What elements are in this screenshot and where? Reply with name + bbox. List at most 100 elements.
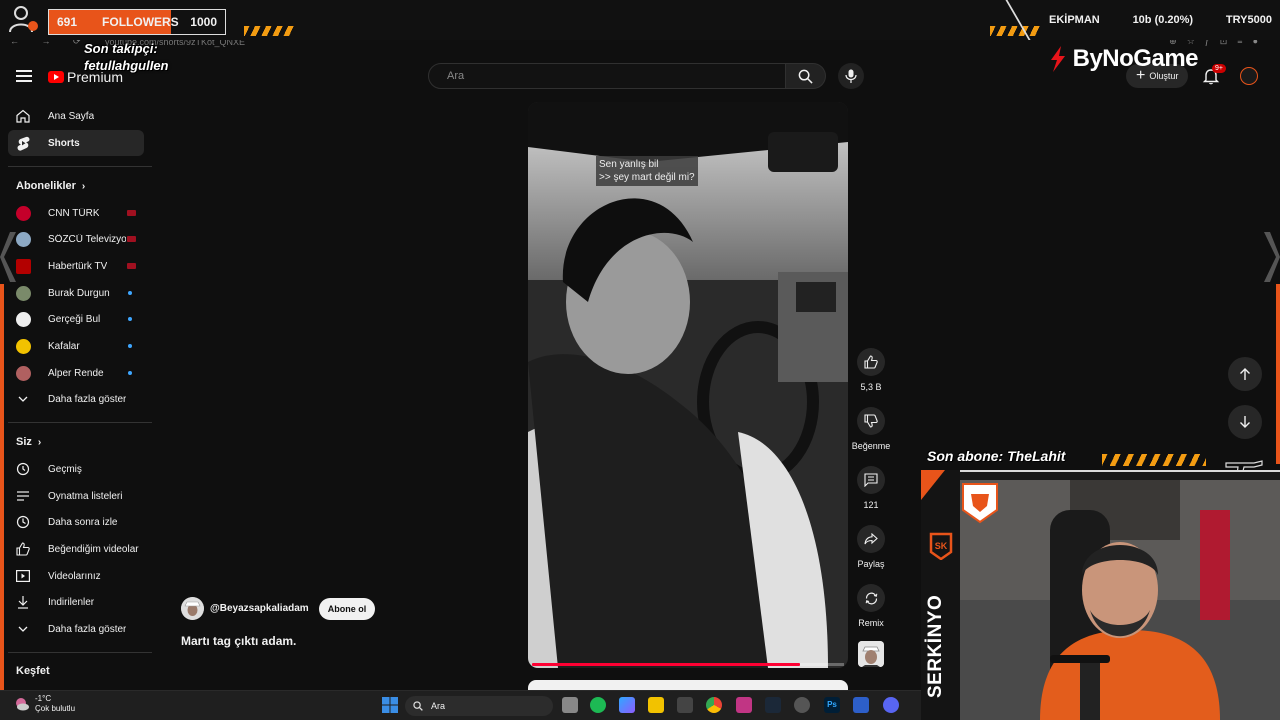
arrow-down-icon — [1240, 416, 1250, 428]
comment-count: 121 — [863, 500, 879, 510]
share-button[interactable]: Paylaş — [851, 525, 891, 569]
sidebar-item-label: Geçmiş — [48, 463, 82, 475]
new-content-dot — [128, 291, 132, 295]
sidebar-item-channel[interactable]: SÖZCÜ Televizyo... — [8, 226, 144, 252]
sidebar-item-channel[interactable]: Burak Durgun — [8, 280, 144, 306]
ticker-change: 10b (0.20%) — [1132, 14, 1194, 26]
bynogame-flame-icon — [1050, 46, 1065, 72]
channel-avatar — [15, 338, 31, 354]
sidebar-divider — [8, 652, 152, 653]
ticker-value: TRY5000 — [1225, 14, 1272, 26]
sidebar-divider — [8, 166, 152, 167]
notifications-button[interactable]: 9+ — [1202, 64, 1226, 85]
live-indicator — [127, 236, 136, 242]
chevron-right-icon: › — [81, 180, 86, 192]
store-icon[interactable] — [677, 697, 693, 713]
you-header[interactable]: Siz › — [16, 436, 41, 448]
notification-badge: 9+ — [1212, 64, 1226, 73]
search-input[interactable]: Ara — [428, 63, 786, 89]
sidebar-item-liked[interactable]: Beğendiğim videolar — [8, 536, 144, 562]
menu-icon[interactable] — [16, 70, 32, 82]
comments-button[interactable]: 121 — [851, 466, 891, 510]
file-explorer-icon[interactable] — [648, 697, 664, 713]
search-button[interactable] — [786, 63, 826, 89]
show-more-you[interactable]: Daha fazla göster — [8, 616, 144, 642]
channel-avatar[interactable] — [181, 597, 204, 620]
sidebar-item-channel[interactable]: Kafalar — [8, 333, 144, 359]
windows-taskbar: -1°C Çok bulutlu Ara Ps — [0, 690, 921, 720]
sidebar-item-channel[interactable]: Habertürk TV — [8, 253, 144, 279]
channel-avatar — [15, 285, 31, 301]
show-more-subscriptions[interactable]: Daha fazla göster — [8, 386, 144, 412]
sidebar: Ana Sayfa Shorts Abonelikler › CNN TÜRK … — [0, 100, 154, 690]
channel-name: Alper Rende — [48, 367, 104, 379]
new-content-dot — [128, 317, 132, 321]
sidebar-item-label: Videolarınız — [48, 570, 101, 582]
chevron-down-icon — [18, 396, 28, 402]
thumbs-down-icon — [864, 414, 878, 428]
windows-start-icon[interactable] — [382, 697, 398, 713]
subscribe-button[interactable]: Abone ol — [318, 597, 376, 620]
channel-name: SÖZCÜ Televizyo... — [48, 233, 126, 245]
playlist-icon — [17, 491, 29, 501]
dislike-button[interactable]: Beğenme — [851, 407, 891, 451]
subscriptions-header[interactable]: Abonelikler › — [16, 180, 85, 192]
discord-icon[interactable] — [883, 697, 899, 713]
search-icon — [413, 701, 423, 711]
sidebar-item-home[interactable]: Ana Sayfa — [8, 103, 144, 129]
followers-current: 691 — [57, 15, 78, 29]
chrome-icon[interactable] — [706, 697, 722, 713]
sound-thumbnail[interactable] — [858, 641, 884, 667]
dropbox-icon[interactable] — [853, 697, 869, 713]
next-short-button[interactable] — [1228, 405, 1262, 439]
settings-icon[interactable] — [794, 697, 810, 713]
sidebar-item-channel[interactable]: Gerçeği Bul — [8, 306, 144, 332]
like-button[interactable]: 5,3 B — [851, 348, 891, 392]
taskbar-search[interactable]: Ara — [405, 696, 553, 716]
overlay-stripes — [244, 26, 294, 36]
sidebar-item-history[interactable]: Geçmiş — [8, 456, 144, 482]
channel-name: CNN TÜRK — [48, 207, 100, 219]
new-content-dot — [128, 371, 132, 375]
spotify-icon[interactable] — [590, 697, 606, 713]
instagram-icon[interactable] — [736, 697, 752, 713]
sidebar-item-shorts[interactable]: Shorts — [8, 130, 144, 156]
photoshop-icon[interactable]: Ps — [824, 697, 840, 713]
previous-short-button[interactable] — [1228, 357, 1262, 391]
sidebar-item-playlists[interactable]: Oynatma listeleri — [8, 483, 144, 509]
channel-handle[interactable]: @Beyazsapkaliadam — [210, 603, 309, 614]
voice-search-button[interactable] — [838, 63, 864, 89]
sidebar-item-your-videos[interactable]: Videolarınız — [8, 563, 144, 589]
short-video-player[interactable]: Sen yanlış bil >> şey mart değil mi? — [528, 102, 848, 668]
webcam-image — [960, 480, 1280, 720]
ticker-label: EKİPMAN — [1049, 14, 1100, 26]
caption-line: Sen yanlış bil — [599, 159, 659, 170]
video-icon — [16, 570, 30, 582]
sidebar-item-label: Beğendiğim videolar — [48, 543, 139, 555]
search-icon — [798, 69, 813, 84]
followers-goal: 1000 — [190, 15, 217, 29]
webcam-feed — [960, 480, 1280, 720]
like-count: 5,3 B — [860, 382, 882, 392]
weather-temp: -1°C — [35, 694, 52, 703]
account-avatar[interactable] — [1240, 67, 1258, 85]
progress-bar[interactable] — [532, 663, 801, 666]
overlay-edge-accent — [1276, 284, 1280, 464]
comment-icon — [864, 473, 878, 487]
channel-avatar — [15, 205, 31, 221]
sidebar-item-channel[interactable]: Alper Rende — [8, 360, 144, 386]
channel-avatar — [15, 258, 31, 274]
copilot-icon[interactable] — [619, 697, 635, 713]
arrow-up-icon — [1240, 368, 1250, 380]
sidebar-divider — [8, 422, 152, 423]
sidebar-item-downloads[interactable]: İndirilenler — [8, 589, 144, 615]
sidebar-item-channel[interactable]: CNN TÜRK — [8, 200, 144, 226]
weather-widget[interactable]: -1°C Çok bulutlu — [14, 694, 75, 714]
remix-button[interactable]: Remix — [851, 584, 891, 628]
show-more-label: Daha fazla göster — [48, 393, 127, 405]
chevron-down-icon — [18, 626, 28, 632]
steam-icon[interactable] — [765, 697, 781, 713]
task-view-icon[interactable] — [562, 697, 578, 713]
overlay-chevron-left — [0, 232, 16, 282]
sidebar-item-watch-later[interactable]: Daha sonra izle — [8, 509, 144, 535]
